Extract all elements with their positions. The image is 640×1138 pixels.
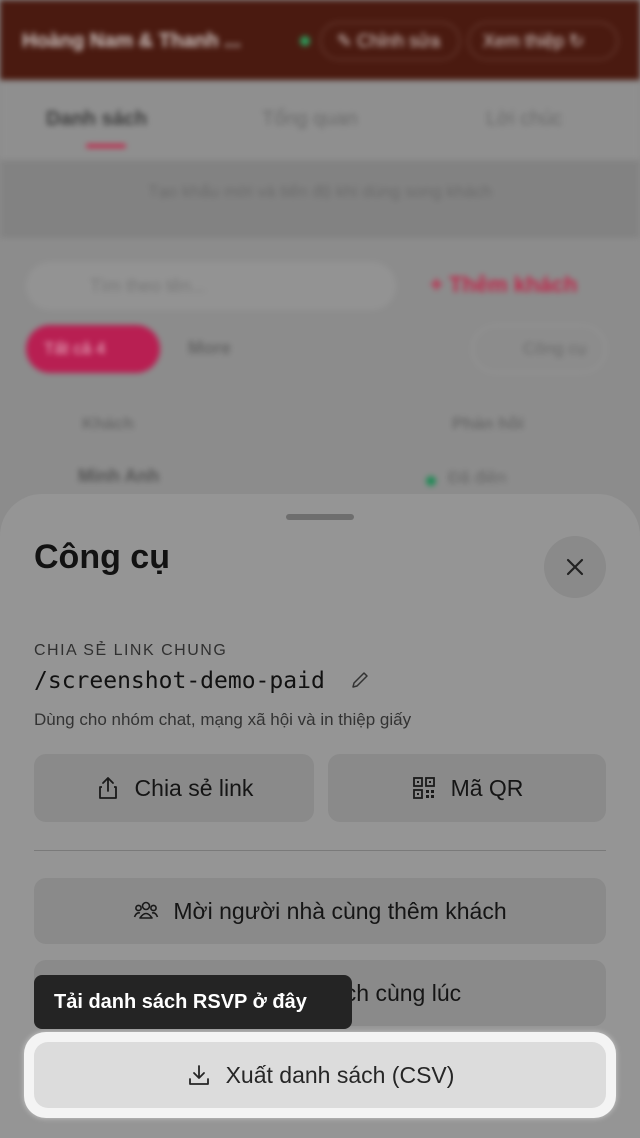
- filter-more-dropdown[interactable]: More: [188, 338, 231, 359]
- export-tooltip: Tải danh sách RSVP ở đây: [34, 975, 352, 1029]
- invite-family-button[interactable]: Mời người nhà cùng thêm khách: [34, 878, 606, 944]
- tools-button[interactable]: Công cụ: [472, 325, 606, 373]
- share-link-label: Chia sẻ link: [134, 774, 254, 801]
- qr-code-button[interactable]: Mã QR: [328, 754, 606, 822]
- drag-handle[interactable]: [286, 514, 354, 520]
- tab-guest-list[interactable]: Danh sách: [46, 108, 147, 131]
- response-dot: [426, 476, 436, 486]
- qr-code-label: Mã QR: [450, 774, 524, 801]
- share-section-label: CHIA SẺ LINK CHUNG: [34, 642, 228, 659]
- tab-wishes[interactable]: Lời chúc: [486, 108, 562, 131]
- tab-overview[interactable]: Tổng quan: [262, 108, 358, 131]
- status-dot: [300, 36, 310, 46]
- invite-family-label: Mời người nhà cùng thêm khách: [173, 897, 507, 924]
- hint-banner: Tạo khẩu mời và tiến độ khi dùng song kh…: [0, 160, 640, 238]
- export-csv-button[interactable]: Xuất danh sách (CSV): [34, 1042, 606, 1108]
- guest-name[interactable]: Minh Anh: [78, 466, 159, 487]
- preview-button[interactable]: Xem thiệp ↻: [468, 22, 618, 60]
- column-header-response: Phản hồi: [452, 414, 524, 433]
- divider: [34, 850, 606, 851]
- pencil-icon[interactable]: [350, 670, 370, 690]
- filter-all-chip[interactable]: Tất cả 4: [26, 325, 160, 373]
- edit-button[interactable]: ✎ Chỉnh sửa: [320, 22, 460, 60]
- active-tab-indicator: [86, 144, 126, 148]
- share-link-button[interactable]: Chia sẻ link: [34, 754, 314, 822]
- app-header: Hoàng Nam & Thanh ... ✎ Chỉnh sửa Xem th…: [0, 0, 640, 80]
- close-icon: [566, 558, 584, 576]
- tab-bar: Danh sách Tổng quan Lời chúc: [0, 80, 640, 160]
- response-status: Đã điền: [448, 468, 507, 487]
- add-guest-button[interactable]: + Thêm khách: [430, 272, 577, 298]
- export-csv-label: Xuất danh sách (CSV): [225, 1061, 455, 1088]
- close-button[interactable]: [544, 536, 606, 598]
- search-input[interactable]: Tìm theo tên...: [26, 262, 396, 310]
- share-description: Dùng cho nhóm chat, mạng xã hội và in th…: [34, 710, 412, 729]
- event-title: Hoàng Nam & Thanh ...: [22, 30, 241, 52]
- qr-code-icon: [411, 775, 437, 801]
- download-icon: [186, 1062, 212, 1088]
- column-header-guest: Khách: [82, 414, 134, 433]
- sheet-title: Công cụ: [34, 538, 170, 576]
- share-icon: [95, 775, 121, 801]
- people-icon: [133, 898, 159, 924]
- share-link-path: /screenshot-demo-paid: [34, 668, 325, 694]
